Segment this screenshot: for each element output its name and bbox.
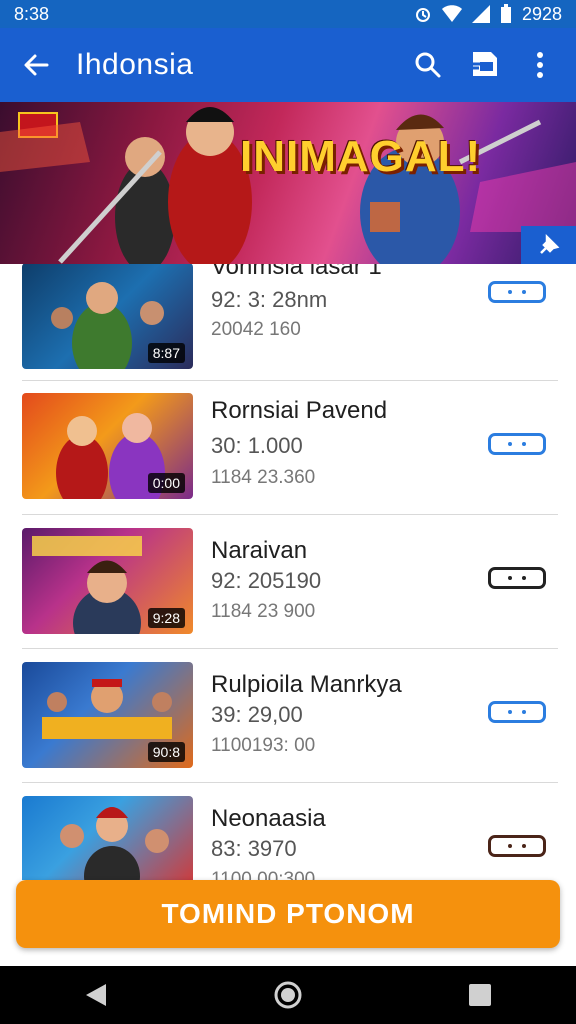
item-title: Naraivan	[211, 537, 308, 564]
search-icon	[415, 52, 441, 78]
item-meta-secondary: 1100193: 00	[211, 735, 316, 756]
status-time: 8:38	[14, 3, 50, 24]
item-title: Rulpioila Manrkya	[211, 671, 402, 698]
thumbnail-art	[60, 807, 169, 880]
link-button[interactable]	[488, 835, 546, 857]
status-icons: 2928	[414, 4, 562, 25]
item-meta-secondary: 20042 160	[211, 319, 301, 340]
alarm-icon	[415, 8, 430, 22]
link-button[interactable]	[488, 433, 546, 455]
nav-recents-icon	[469, 984, 491, 1006]
banner-title: INIMAGAL!	[240, 132, 482, 181]
item-meta-secondary: 1184 23.360	[211, 467, 316, 488]
link-icon	[508, 442, 512, 446]
link-button[interactable]	[488, 701, 546, 723]
wifi-icon	[441, 5, 462, 22]
app-bar: Ihdonsia	[0, 28, 576, 102]
signal-icon	[471, 5, 490, 23]
list-item[interactable]: 90:8 Rulpioila Manrkya 39: 29,00 1100193…	[0, 649, 576, 783]
link-button[interactable]	[488, 281, 546, 303]
more-vert-icon	[537, 52, 543, 78]
item-meta: 39: 29,00	[211, 702, 303, 727]
item-meta: 83: 3970	[211, 836, 297, 861]
link-icon	[508, 290, 512, 294]
thumbnail	[22, 796, 193, 880]
primary-action-button[interactable]: TOMIND PTONOM	[16, 880, 560, 948]
status-bar: 8:38 2928	[0, 0, 576, 28]
pin-icon	[539, 233, 559, 254]
search-button[interactable]	[408, 45, 448, 85]
item-title: Rornsiai Pavend	[211, 397, 388, 424]
nav-back-button[interactable]	[76, 975, 116, 1015]
item-meta: 30: 1.000	[211, 433, 303, 458]
nav-home-icon	[274, 981, 302, 1009]
thumbnail: 0:00	[22, 393, 193, 499]
pin-button[interactable]	[521, 226, 576, 264]
item-meta-secondary: 1100 00:300	[211, 869, 316, 880]
cast-icon	[469, 52, 497, 76]
thumbnail: 9:28	[22, 528, 193, 634]
nav-home-button[interactable]	[268, 975, 308, 1015]
battery-icon	[500, 4, 511, 23]
duration-badge: 8:87	[147, 343, 185, 363]
page-title: Ihdonsia	[76, 48, 194, 81]
link-icon	[508, 710, 512, 714]
cast-button[interactable]	[464, 45, 504, 85]
back-arrow-icon	[24, 54, 49, 76]
thumbnail: 8:87	[22, 264, 193, 369]
item-title: Neonaasia	[211, 805, 326, 832]
list-item[interactable]: 8:87 Vonmsla lasar 1 92: 3: 28nm 20042 1…	[0, 264, 576, 381]
nav-recents-button[interactable]	[460, 975, 500, 1015]
item-meta: 92: 205190	[211, 568, 322, 593]
list-item[interactable]: Neonaasia 83: 3970 1100 00:300	[0, 783, 576, 880]
duration-badge: 0:00	[147, 473, 185, 493]
list-item[interactable]: 0:00 Rornsiai Pavend 30: 1.000 1184 23.3…	[0, 381, 576, 515]
more-options-button[interactable]	[520, 45, 560, 85]
list-item[interactable]: 9:28 Naraivan 92: 205190 1184 23 900	[0, 515, 576, 649]
link-icon	[508, 844, 512, 848]
link-button[interactable]	[488, 567, 546, 589]
banner-characters-art	[0, 107, 576, 264]
nav-back-icon	[86, 984, 106, 1006]
item-title: Vonmsla lasar 1	[211, 264, 382, 280]
duration-badge: 9:28	[147, 608, 185, 628]
item-meta-secondary: 1184 23 900	[211, 601, 316, 622]
back-button[interactable]	[16, 45, 56, 85]
video-list: 8:87 Vonmsla lasar 1 92: 3: 28nm 20042 1…	[0, 264, 576, 880]
thumbnail: 90:8	[22, 662, 193, 768]
system-nav-bar	[0, 966, 576, 1024]
item-meta: 92: 3: 28nm	[211, 287, 328, 312]
featured-banner[interactable]: INIMAGAL!	[0, 102, 576, 264]
link-icon	[508, 576, 512, 580]
duration-badge: 90:8	[147, 742, 185, 762]
status-clock-right: 2928	[521, 3, 562, 24]
